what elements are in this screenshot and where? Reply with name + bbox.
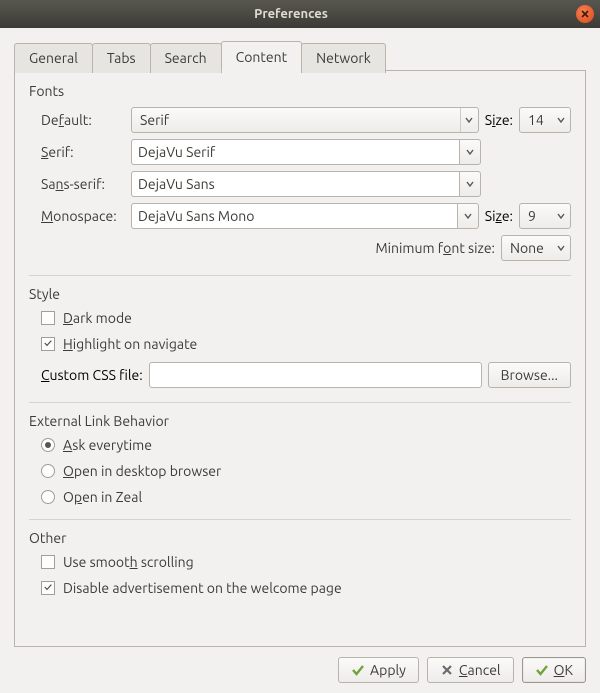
radio-icon	[41, 438, 55, 452]
window-title: Preferences	[6, 7, 576, 21]
default-font-combo[interactable]: Serif	[131, 107, 479, 133]
dark-mode-label: Dark mode	[63, 310, 132, 326]
other-heading: Other	[29, 530, 571, 546]
check-icon	[535, 663, 549, 677]
chevron-down-icon	[552, 204, 570, 228]
browse-button[interactable]: Browse...	[488, 362, 571, 388]
serif-font-input[interactable]	[131, 139, 459, 165]
external-desktop-radio[interactable]: Open in desktop browser	[41, 463, 571, 479]
mono-font-input[interactable]	[131, 203, 457, 229]
external-desktop-label: Open in desktop browser	[63, 463, 221, 479]
chevron-down-icon	[460, 108, 478, 132]
default-font-label: Default:	[41, 112, 125, 128]
dark-mode-checkbox[interactable]: Dark mode	[41, 310, 571, 326]
chevron-down-icon[interactable]	[459, 171, 481, 197]
checkbox-icon	[41, 337, 55, 351]
tab-general[interactable]: General	[14, 43, 93, 73]
separator	[29, 519, 571, 520]
external-zeal-radio[interactable]: Open in Zeal	[41, 489, 571, 505]
tab-tabs[interactable]: Tabs	[92, 43, 151, 73]
titlebar: Preferences	[0, 0, 600, 28]
highlight-label: Highlight on navigate	[63, 336, 197, 352]
radio-icon	[41, 464, 55, 478]
chevron-down-icon	[552, 108, 570, 132]
serif-font-combo[interactable]	[131, 139, 481, 165]
separator	[29, 402, 571, 403]
close-icon[interactable]	[576, 5, 594, 23]
smooth-scroll-label: Use smooth scrolling	[63, 554, 194, 570]
style-heading: Style	[29, 286, 571, 302]
ok-button[interactable]: OK	[522, 657, 586, 683]
cancel-button[interactable]: Cancel	[427, 657, 514, 683]
smooth-scroll-checkbox[interactable]: Use smooth scrolling	[41, 554, 571, 570]
mono-label: Monospace:	[41, 208, 125, 224]
apply-button[interactable]: Apply	[338, 657, 419, 683]
chevron-down-icon[interactable]	[459, 139, 481, 165]
radio-icon	[41, 490, 55, 504]
tab-panel: Fonts Default: Serif Size: 14 Serif:	[14, 70, 586, 647]
default-size-combo[interactable]: 14	[519, 107, 571, 133]
sans-font-combo[interactable]	[131, 171, 481, 197]
tab-content[interactable]: Content	[221, 41, 302, 71]
cancel-icon	[440, 663, 454, 677]
separator	[29, 275, 571, 276]
sans-label: Sans-serif:	[41, 176, 125, 192]
external-zeal-label: Open in Zeal	[63, 489, 142, 505]
sans-font-input[interactable]	[131, 171, 459, 197]
check-icon	[351, 663, 365, 677]
mono-size-combo[interactable]: 9	[519, 203, 571, 229]
checkbox-icon	[41, 311, 55, 325]
mono-font-combo[interactable]	[131, 203, 479, 229]
dialog-button-bar: Apply Cancel OK	[14, 647, 586, 683]
chevron-down-icon[interactable]	[457, 203, 479, 229]
chevron-down-icon	[552, 236, 570, 260]
tab-bar: General Tabs Search Content Network	[14, 41, 586, 71]
min-font-size-combo[interactable]: None	[501, 235, 571, 261]
min-font-size-label: Minimum font size:	[375, 240, 495, 256]
default-size-label: Size:	[485, 112, 513, 128]
disable-ads-label: Disable advertisement on the welcome pag…	[63, 580, 342, 596]
disable-ads-checkbox[interactable]: Disable advertisement on the welcome pag…	[41, 580, 571, 596]
serif-label: Serif:	[41, 144, 125, 160]
checkbox-icon	[41, 555, 55, 569]
custom-css-label: Custom CSS file:	[41, 367, 143, 383]
custom-css-input[interactable]	[149, 362, 482, 388]
highlight-checkbox[interactable]: Highlight on navigate	[41, 336, 571, 352]
external-heading: External Link Behavior	[29, 413, 571, 429]
tab-search[interactable]: Search	[150, 43, 222, 73]
tab-network[interactable]: Network	[301, 43, 386, 73]
external-ask-label: Ask everytime	[63, 437, 152, 453]
external-ask-radio[interactable]: Ask everytime	[41, 437, 571, 453]
mono-size-label: Size:	[485, 208, 513, 224]
dialog-body: General Tabs Search Content Network Font…	[0, 28, 600, 693]
fonts-heading: Fonts	[29, 83, 571, 99]
checkbox-icon	[41, 581, 55, 595]
